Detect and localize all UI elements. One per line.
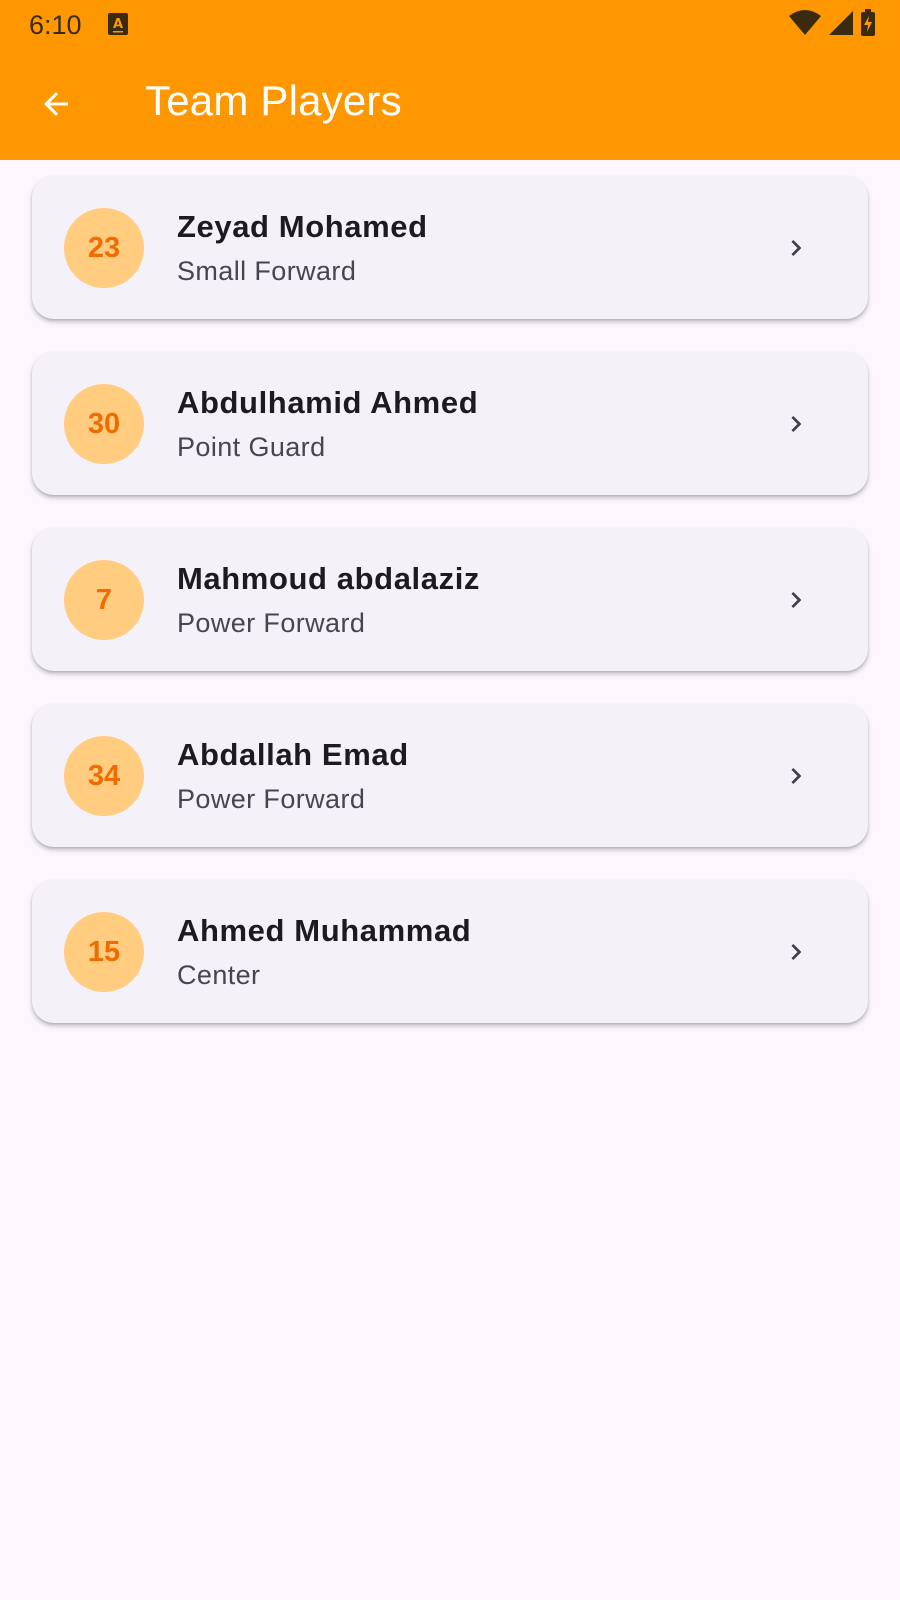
jersey-number-avatar: 30 [64,384,144,464]
chevron-right-icon [791,240,802,256]
chevron-right-icon [791,592,802,608]
player-list: 23 Zeyad Mohamed Small Forward 30 Abdulh… [32,176,868,1056]
jersey-number-avatar: 23 [64,208,144,288]
jersey-number-avatar: 34 [64,736,144,816]
jersey-number-avatar: 7 [64,560,144,640]
player-card[interactable]: 7 Mahmoud abdalaziz Power Forward [32,528,868,671]
player-name: Zeyad Mohamed [177,209,428,244]
back-button[interactable] [26,74,86,134]
wifi-icon [788,9,822,41]
status-bar: 6:10 A [0,0,900,50]
player-card[interactable]: 23 Zeyad Mohamed Small Forward [32,176,868,319]
svg-text:A: A [113,17,123,32]
player-name: Mahmoud abdalaziz [177,561,481,596]
player-position: Small Forward [177,256,357,286]
player-position: Point Guard [177,432,326,462]
player-position: Power Forward [177,608,366,638]
status-time: 6:10 [29,10,82,40]
arrow-back-icon [44,92,68,116]
app-bar: 6:10 A Team Players [0,0,900,160]
player-card[interactable]: 34 Abdallah Emad Power Forward [32,704,868,847]
toolbar: Team Players [0,50,900,160]
app-notification-icon: A [108,13,128,35]
page-title: Team Players [145,77,402,124]
chevron-right-icon [791,944,802,960]
player-position: Center [177,960,261,990]
player-name: Abdulhamid Ahmed [177,385,479,420]
player-name: Abdallah Emad [177,737,409,772]
jersey-number-avatar: 15 [64,912,144,992]
player-card[interactable]: 15 Ahmed Muhammad Center [32,880,868,1023]
signal-icon [828,10,854,41]
chevron-right-icon [791,768,802,784]
player-position: Power Forward [177,784,366,814]
chevron-right-icon [791,416,802,432]
player-card[interactable]: 30 Abdulhamid Ahmed Point Guard [32,352,868,495]
player-name: Ahmed Muhammad [177,913,472,948]
battery-charging-icon [860,8,876,42]
